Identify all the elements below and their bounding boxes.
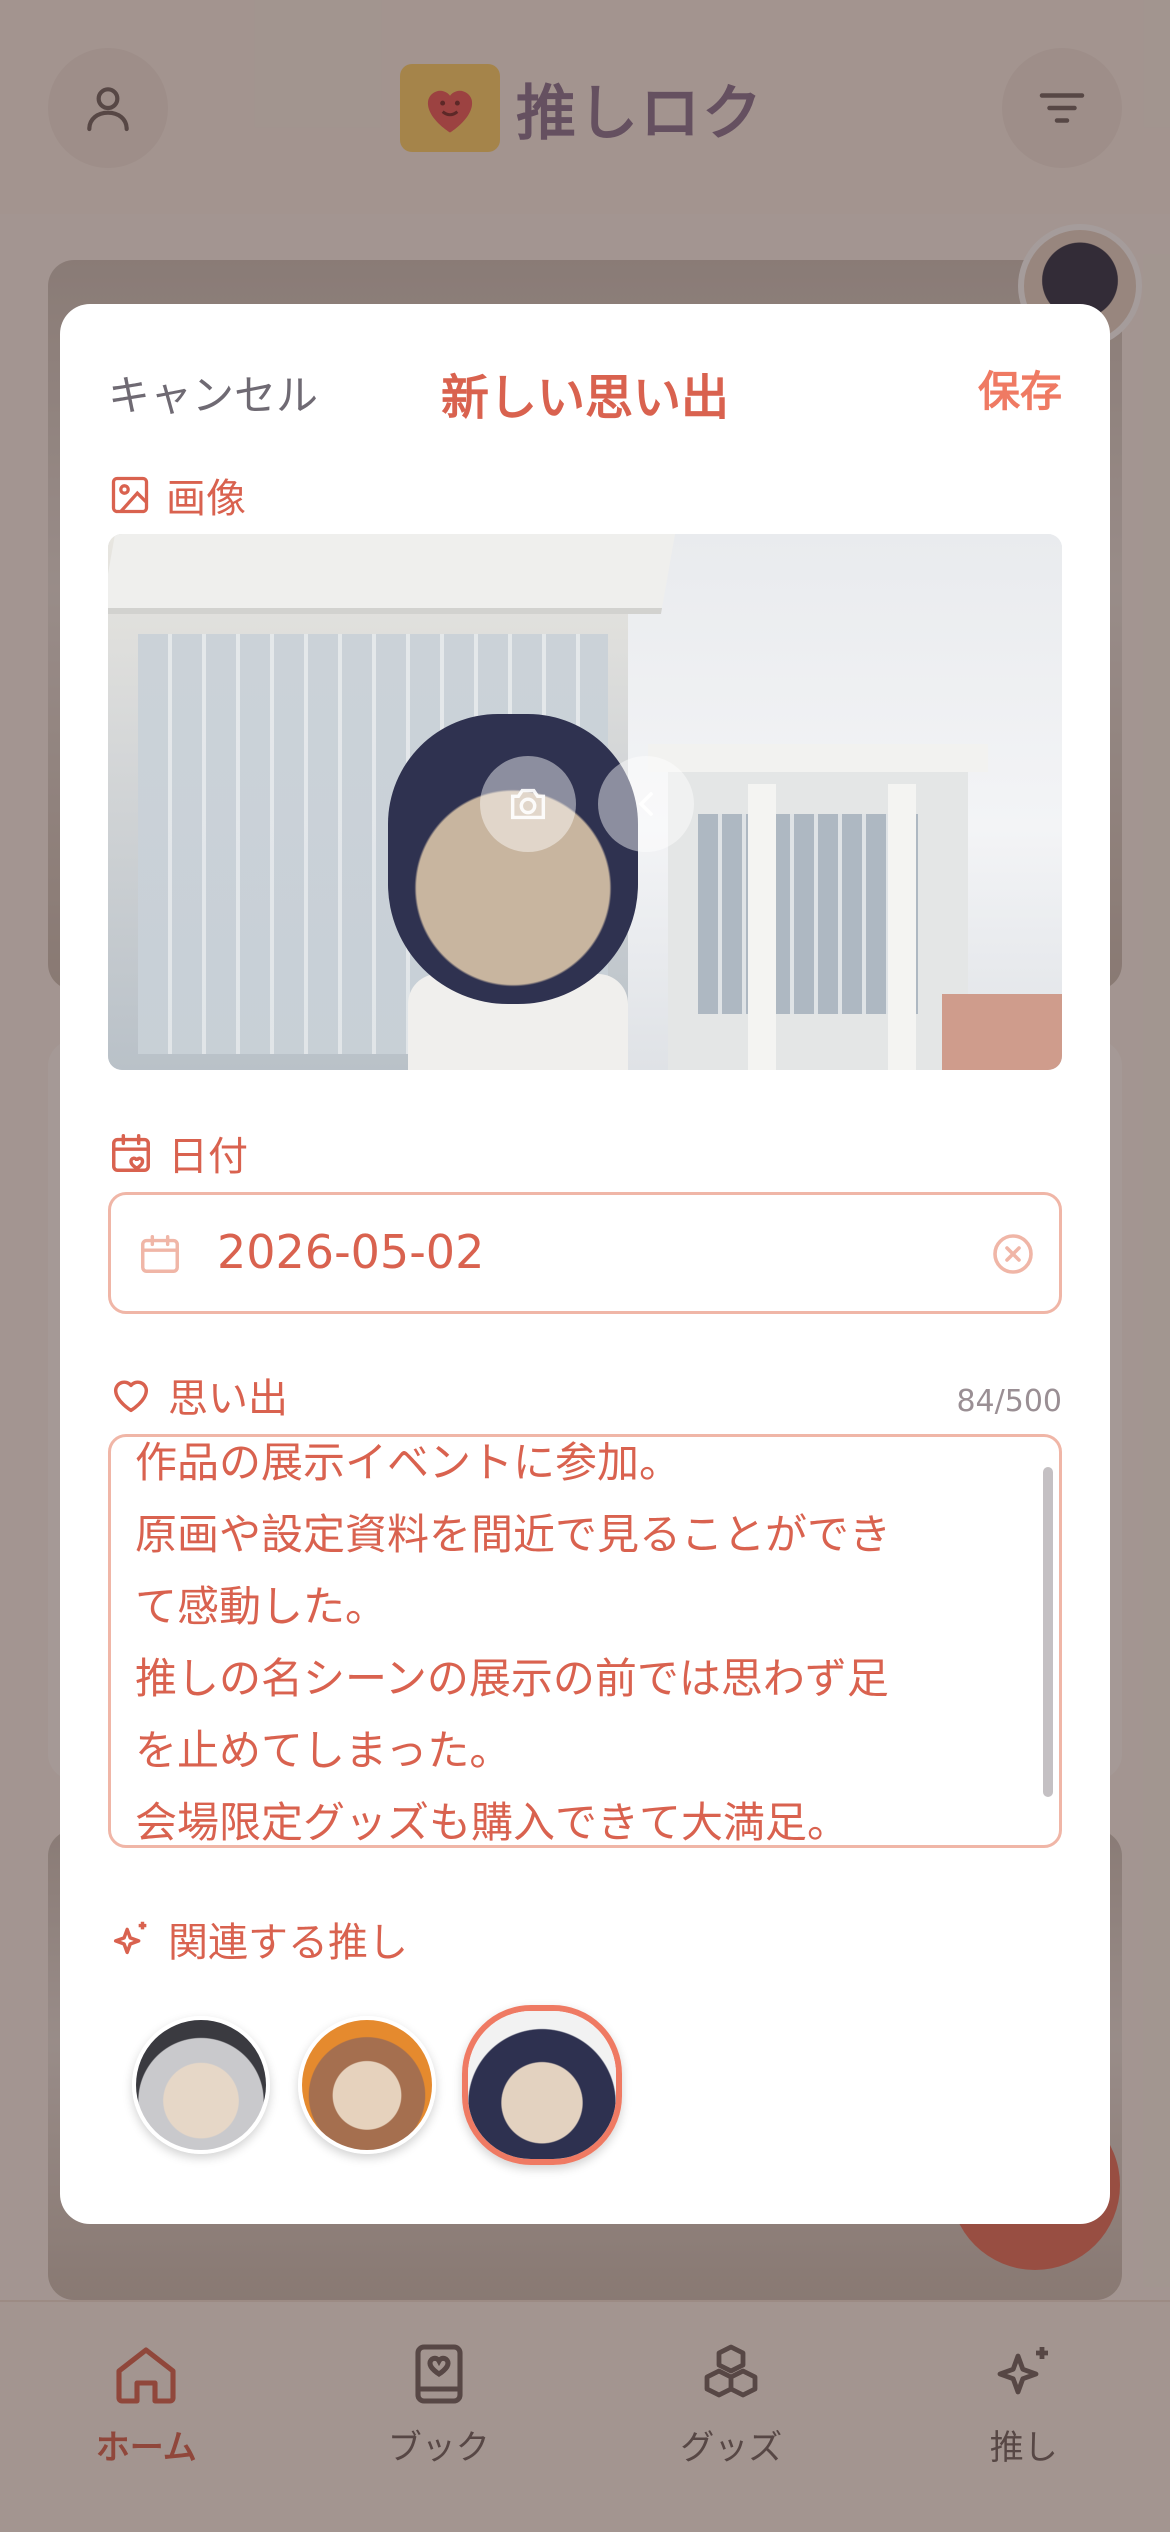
new-memory-modal: キャンセル 新しい思い出 保存 画像 日付 2026-05-02 思い出 84/… (60, 304, 1110, 2224)
calendar-heart-icon (112, 1134, 150, 1172)
memory-image-preview[interactable] (108, 534, 1062, 1070)
date-section-label: 日付 (108, 1124, 248, 1182)
related-oshi-section-label: 関連する推し (108, 1910, 408, 1968)
image-icon (111, 476, 149, 514)
image-section-label: 画像 (108, 466, 246, 524)
oshi-brown-hair[interactable] (298, 2016, 436, 2154)
change-image-button[interactable] (480, 756, 576, 852)
character-count: 84/500 (956, 1384, 1062, 1419)
date-value: 2026-05-02 (217, 1225, 485, 1279)
memory-textarea[interactable]: 作品の展示イベントに参加。 原画や設定資料を間近で見ることができ て感動した。 … (108, 1434, 1062, 1848)
date-input[interactable]: 2026-05-02 (108, 1192, 1062, 1314)
cancel-button[interactable]: キャンセル (108, 362, 318, 423)
memory-section-label: 思い出 (108, 1366, 288, 1424)
memory-text: 作品の展示イベントに参加。 原画や設定資料を間近で見ることができ て感動した。 … (135, 1438, 892, 1847)
oshi-silver-hair[interactable] (132, 2016, 270, 2154)
textarea-scrollbar[interactable] (1043, 1467, 1053, 1797)
remove-image-button[interactable] (598, 756, 694, 852)
calendar-icon (141, 1235, 179, 1273)
clear-date-icon[interactable] (989, 1230, 1037, 1278)
modal-header: キャンセル 新しい思い出 保存 (108, 354, 1062, 426)
heart-icon (113, 1380, 149, 1413)
close-icon (638, 792, 653, 816)
oshi-navy-hair[interactable] (462, 2005, 622, 2165)
camera-icon (510, 788, 546, 820)
save-button[interactable]: 保存 (978, 358, 1062, 419)
sparkles-icon (113, 1921, 147, 1955)
